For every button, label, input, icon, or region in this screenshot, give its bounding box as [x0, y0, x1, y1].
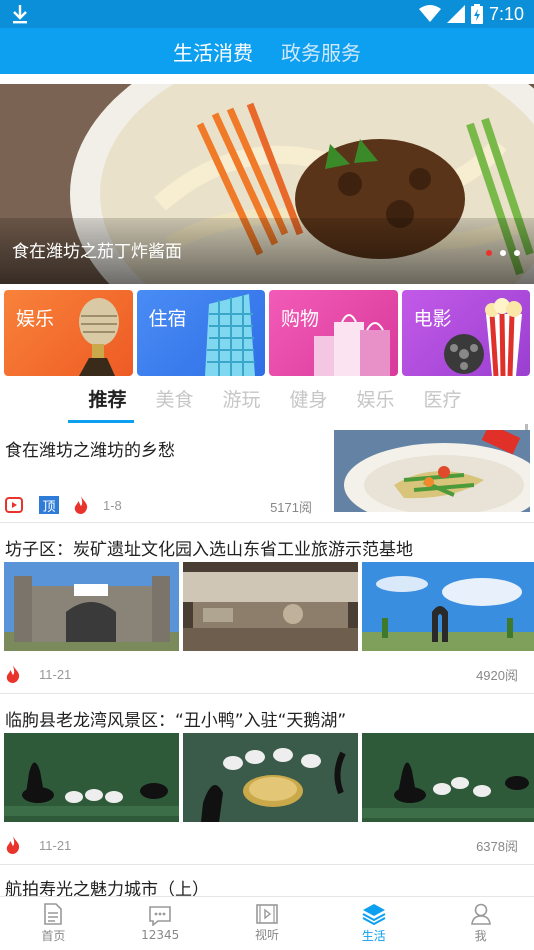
- carousel-dots: [486, 250, 520, 256]
- hot-icon: [6, 836, 20, 854]
- category-lodging[interactable]: 住宿: [136, 290, 265, 376]
- article-thumbnails: [4, 733, 534, 822]
- article-item[interactable]: 食在潍坊之潍坊的乡愁 顶 1-8 5171阅: [0, 426, 534, 522]
- channel-tab-indicator: [68, 420, 134, 423]
- battery-icon: [470, 4, 483, 24]
- channel-tab-medical[interactable]: 医疗: [409, 380, 476, 424]
- channel-tab-entertainment[interactable]: 娱乐: [342, 380, 409, 424]
- article-meta: 11-21: [5, 836, 71, 854]
- channel-tabs: 推荐 美食 游玩 健身 娱乐 医疗: [0, 380, 534, 424]
- article-title: 坊子区：炭矿遗址文化园入选山东省工业旅游示范基地: [5, 540, 413, 560]
- article-thumbnail: [362, 562, 534, 651]
- chat-bubble-icon: [149, 905, 171, 926]
- article-meta: 顶 1-8: [5, 496, 122, 514]
- category-label: 住宿: [148, 308, 187, 330]
- wifi-icon: [418, 5, 441, 22]
- tab-life-consumption[interactable]: 生活消费: [173, 37, 253, 66]
- nav-label: 12345: [141, 927, 180, 942]
- article-item[interactable]: 航拍寿光之魅力城市（上）: [0, 865, 534, 896]
- article-thumbnail: [362, 733, 534, 822]
- top-icon: 顶: [39, 496, 59, 514]
- article-thumbnail: [4, 562, 179, 651]
- banner-caption: 食在潍坊之茄丁炸酱面: [12, 242, 182, 262]
- article-date: 1-8: [103, 497, 122, 513]
- nav-12345[interactable]: 12345: [107, 897, 214, 950]
- channel-tab-food[interactable]: 美食: [141, 380, 208, 424]
- channel-tab-play[interactable]: 游玩: [208, 380, 275, 424]
- hot-icon: [74, 496, 88, 514]
- nav-label: 首页: [41, 929, 66, 943]
- nav-me[interactable]: 我: [427, 897, 534, 950]
- video-icon: [5, 497, 23, 513]
- channel-tab-recommend[interactable]: 推荐: [74, 380, 141, 424]
- user-icon: [470, 903, 491, 925]
- bottom-navigation: 首页 12345 视听 生活 我: [0, 896, 534, 950]
- category-entertainment[interactable]: 娱乐: [4, 290, 133, 376]
- article-title: 食在潍坊之潍坊的乡愁: [5, 441, 175, 461]
- channel-tab-fitness[interactable]: 健身: [275, 380, 342, 424]
- article-read-count: 6378阅: [476, 839, 518, 854]
- category-movie[interactable]: 电影: [401, 290, 530, 376]
- building-icon: [205, 294, 255, 376]
- status-bar: 7:10: [0, 0, 534, 28]
- carousel-dot: [514, 250, 520, 256]
- article-title: 航拍寿光之魅力城市（上）: [5, 880, 209, 896]
- article-read-count: 4920阅: [476, 668, 518, 683]
- status-time: 7:10: [488, 3, 524, 24]
- article-thumbnails: [4, 562, 534, 651]
- layers-icon: [362, 904, 386, 925]
- category-shopping[interactable]: 购物: [269, 290, 398, 376]
- category-grid: 娱乐 住宿 购物 电影: [4, 290, 530, 376]
- film-play-icon: [256, 904, 278, 924]
- nav-label: 我: [474, 929, 487, 943]
- article-thumbnail: [4, 733, 179, 822]
- article-item[interactable]: 坊子区：炭矿遗址文化园入选山东省工业旅游示范基地 11-21 4920阅: [0, 523, 534, 693]
- carousel-dot: [486, 250, 492, 256]
- article-thumbnail: [183, 562, 358, 651]
- article-thumbnail: [183, 733, 358, 822]
- article-meta: 11-21: [5, 665, 71, 683]
- download-icon: [13, 5, 27, 24]
- article-date: 11-21: [39, 837, 72, 853]
- tab-government-services[interactable]: 政务服务: [281, 37, 361, 66]
- nav-label: 视听: [254, 928, 279, 942]
- signal-icon: [446, 5, 465, 23]
- article-thumbnail: [334, 430, 530, 512]
- nav-audio-video[interactable]: 视听: [214, 897, 321, 950]
- shopping-bags-icon: [313, 314, 390, 376]
- article-title: 临朐县老龙湾风景区：“丑小鸭”入驻“天鹅湖”: [5, 711, 347, 731]
- banner-carousel[interactable]: 食在潍坊之茄丁炸酱面: [0, 84, 534, 284]
- top-tab-bar: 生活消费 政务服务: [0, 28, 534, 74]
- article-read-count: 5171阅: [270, 500, 312, 515]
- article-date: 11-21: [39, 666, 72, 682]
- document-icon: [44, 903, 63, 925]
- microphone-icon: [78, 298, 119, 376]
- nav-label: 生活: [361, 929, 386, 943]
- carousel-dot: [500, 250, 506, 256]
- category-label: 娱乐: [16, 308, 55, 330]
- hot-icon: [6, 665, 20, 683]
- nav-life[interactable]: 生活: [320, 897, 427, 950]
- popcorn-film-icon: [444, 298, 522, 376]
- article-item[interactable]: 临朐县老龙湾风景区：“丑小鸭”入驻“天鹅湖” 11-21 6378阅: [0, 694, 534, 864]
- nav-home[interactable]: 首页: [0, 897, 107, 950]
